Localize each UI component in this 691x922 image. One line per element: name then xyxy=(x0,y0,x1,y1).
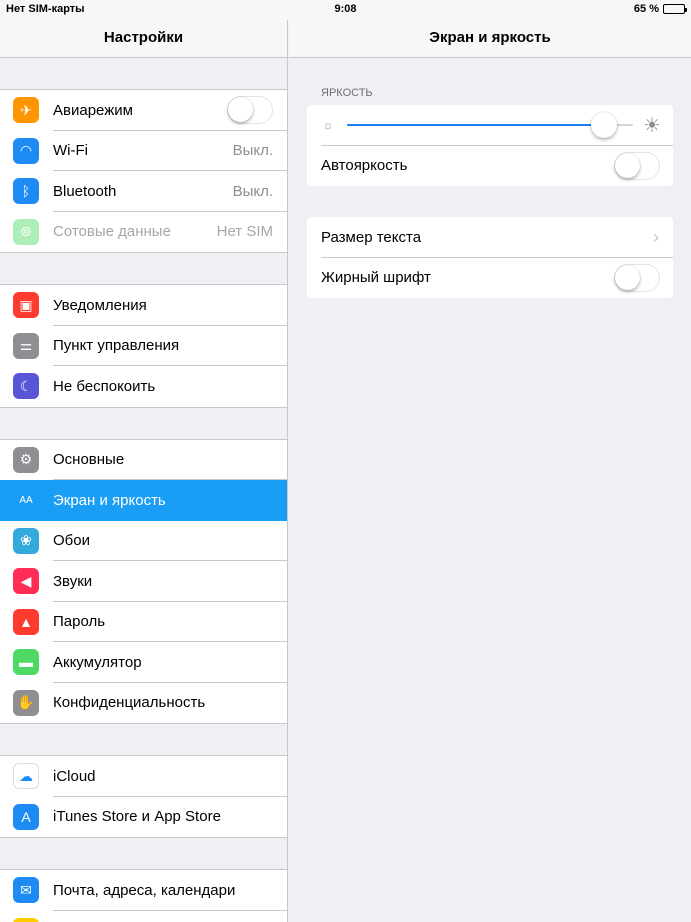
bold-text-toggle[interactable] xyxy=(614,263,660,292)
sidebar-item[interactable]: ⊚ Сотовые данные Нет SIM xyxy=(0,212,287,253)
sidebar-item-label: Экран и яркость xyxy=(53,491,166,509)
sidebar-item[interactable]: ≡Заметки xyxy=(0,911,287,922)
bold-text-label: Жирный шрифт xyxy=(321,269,431,287)
sidebar-item[interactable]: ✉ Почта, адреса, календари xyxy=(0,870,287,911)
sidebar-title: Настройки xyxy=(103,29,184,46)
sidebar-item[interactable]: ✋ Конфиденциальность xyxy=(0,683,287,724)
brightness-slider-row: ☼ ☀ xyxy=(307,105,673,146)
sidebar-item[interactable]: ❀ Обои xyxy=(0,521,287,561)
mail-icon: ✉ xyxy=(13,877,39,904)
sidebar-item-label: Wi-Fi xyxy=(53,142,88,160)
sidebar-item-value: Выкл. xyxy=(232,182,273,200)
sidebar-item-label: Аккумулятор xyxy=(53,653,142,671)
text-size-row[interactable]: Размер текста › xyxy=(307,217,673,258)
chevron-right-icon: › xyxy=(653,226,659,247)
speaker-icon: ◀ xyxy=(13,568,39,595)
sidebar-item-label: Авиарежим xyxy=(53,101,133,119)
settings-group: ✉ Почта, адреса, календари ≡Заметки xyxy=(0,869,287,922)
brightness-slider[interactable] xyxy=(347,111,633,139)
notifications-icon: ▣ xyxy=(13,292,39,319)
text-group: Размер текста › Жирный шрифт xyxy=(307,217,673,298)
sidebar-item-label: Пункт управления xyxy=(53,337,180,355)
settings-list: ✈ Авиарежим ◠ Wi-Fi Выкл. ᛒ Bluetooth Выкл. ⊚ Сот… xyxy=(0,58,287,922)
brightness-group: ☼ ☀ Автояркость xyxy=(307,105,673,186)
sidebar-item[interactable]: AA Экран и яркость xyxy=(0,480,287,521)
lock-icon: ▲ xyxy=(13,608,39,635)
airplane-icon: ✈ xyxy=(13,97,39,124)
auto-brightness-row[interactable]: Автояркость xyxy=(307,146,673,187)
slider-fill xyxy=(347,124,605,127)
sidebar-item[interactable]: ▬ Аккумулятор xyxy=(0,642,287,683)
settings-sidebar: Настройки ✈ Авиарежим ◠ Wi-Fi Выкл. ᛒ Bluetoot… xyxy=(0,0,288,922)
sidebar-item[interactable]: ⚙ Основные xyxy=(0,440,287,480)
text-size-label: Размер текста xyxy=(321,228,422,246)
bold-text-row[interactable]: Жирный шрифт xyxy=(307,258,673,299)
sidebar-item-label: Bluetooth xyxy=(53,182,117,200)
sidebar-item[interactable]: ᛒ Bluetooth Выкл. xyxy=(0,171,287,212)
sidebar-item-label: Не беспокоить xyxy=(53,377,156,395)
wifi-icon: ◠ xyxy=(13,137,39,164)
notes-icon: ≡ xyxy=(13,917,39,922)
sidebar-item-label: Почта, адреса, календари xyxy=(53,881,236,899)
clock: 9:08 xyxy=(334,3,357,15)
sidebar-item-value: Выкл. xyxy=(232,142,273,160)
sidebar-item-label: Уведомления xyxy=(53,296,147,314)
settings-group: ☁ iCloud AiTunes Store и App Store xyxy=(0,755,287,838)
battery-icon: ▬ xyxy=(13,649,39,676)
sidebar-item-label: Обои xyxy=(53,532,90,550)
sidebar-item-label: Сотовые данные xyxy=(53,223,171,241)
sidebar-item[interactable]: ▲ Пароль xyxy=(0,602,287,642)
wallpaper-icon: ❀ xyxy=(13,527,39,554)
sidebar-item[interactable]: AiTunes Store и App Store xyxy=(0,797,287,838)
sidebar-item[interactable]: ⚌ Пункт управления xyxy=(0,326,287,366)
sidebar-item[interactable]: ▣ Уведомления xyxy=(0,285,287,326)
sidebar-item-label: iCloud xyxy=(53,767,96,785)
settings-group: ⚙ Основные AA Экран и яркость ❀ Обои ◀ Звуки ▲ Па… xyxy=(0,438,287,724)
moon-icon: ☾ xyxy=(13,373,39,400)
settings-group: ▣ Уведомления ⚌ Пункт управления ☾ Не беспоко… xyxy=(0,284,287,408)
brightness-section-header: ЯРКОСТЬ xyxy=(321,87,373,99)
display-icon: AA xyxy=(13,487,39,514)
gear-icon: ⚙ xyxy=(13,446,39,473)
battery-indicator: 65 % xyxy=(633,3,687,15)
sidebar-item-label: Пароль xyxy=(53,613,106,631)
detail-pane: Экран и яркость ЯРКОСТЬ ☼ ☀ Автояркость … xyxy=(289,0,691,922)
sidebar-item-label: iTunes Store и App Store xyxy=(53,808,221,826)
status-bar: Нет SIM-карты 9:08 65 % xyxy=(0,0,691,20)
hand-icon: ✋ xyxy=(13,689,39,716)
battery-status-icon xyxy=(663,4,687,14)
control-center-icon: ⚌ xyxy=(13,332,39,359)
antenna-icon: ⊚ xyxy=(13,218,39,245)
sidebar-item[interactable]: ◀ Звуки xyxy=(0,561,287,602)
sidebar-item[interactable]: ◠ Wi-Fi Выкл. xyxy=(0,131,287,171)
sun-large-icon: ☀ xyxy=(643,114,661,137)
detail-title: Экран и яркость xyxy=(429,29,551,46)
auto-brightness-toggle[interactable] xyxy=(614,151,660,180)
slider-thumb[interactable] xyxy=(591,112,618,139)
auto-brightness-label: Автояркость xyxy=(321,157,408,175)
bluetooth-icon: ᛒ xyxy=(13,178,39,205)
appstore-icon: A xyxy=(13,803,39,830)
sidebar-item[interactable]: ☾ Не беспокоить xyxy=(0,366,287,407)
sidebar-item[interactable]: ✈ Авиарежим xyxy=(0,90,287,131)
sidebar-item-label: Основные xyxy=(53,451,125,469)
sidebar-item-value: Нет SIM xyxy=(216,223,273,241)
sidebar-item-label: Конфиденциальность xyxy=(53,694,206,712)
airplane-mode-toggle[interactable] xyxy=(227,96,273,125)
cloud-icon: ☁ xyxy=(13,763,39,790)
sidebar-item[interactable]: ☁ iCloud xyxy=(0,756,287,797)
battery-percent: 65 % xyxy=(633,3,659,15)
settings-group: ✈ Авиарежим ◠ Wi-Fi Выкл. ᛒ Bluetooth Выкл. ⊚ Сот… xyxy=(0,89,287,253)
sidebar-item-label: Звуки xyxy=(53,572,93,590)
sun-small-icon: ☼ xyxy=(322,118,334,133)
